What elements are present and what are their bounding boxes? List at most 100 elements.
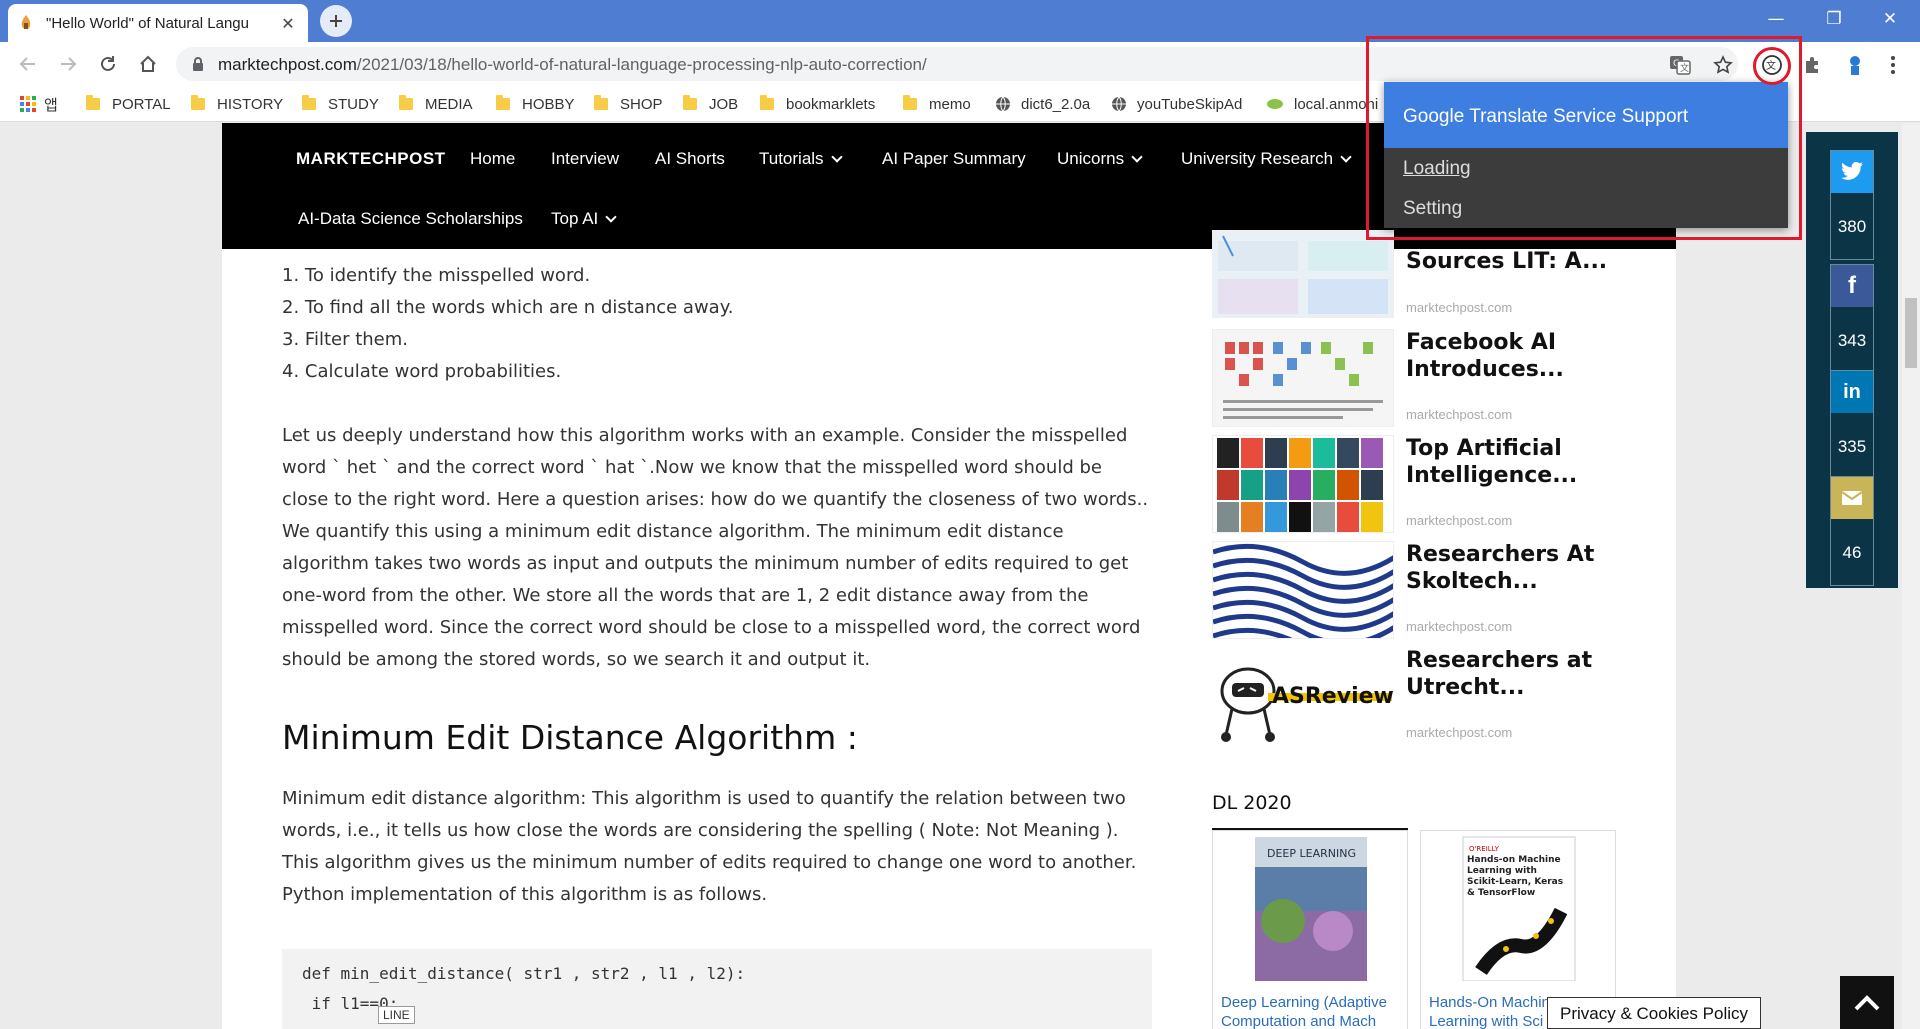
- nav-unicorns[interactable]: Unicorns: [1057, 149, 1143, 169]
- bookmark-history[interactable]: HISTORY: [191, 94, 283, 114]
- post-source: marktechpost.com: [1406, 513, 1513, 528]
- list-item: 1. To identify the misspelled word.: [282, 265, 591, 286]
- annotation-highlight-circle: [1753, 47, 1791, 85]
- svg-text:DEEP LEARNING: DEEP LEARNING: [1267, 847, 1356, 860]
- new-tab-button[interactable]: [320, 5, 352, 37]
- post-thumbnail: [1212, 329, 1394, 427]
- bookmark-portal[interactable]: PORTAL: [86, 94, 171, 114]
- nav-tutorials[interactable]: Tutorials: [759, 149, 843, 169]
- scroll-to-top-button[interactable]: [1840, 976, 1894, 1029]
- nav-interview[interactable]: Interview: [551, 149, 619, 169]
- twitter-share-button[interactable]: 380: [1830, 150, 1874, 260]
- related-post[interactable]: Sources LIT: A... marktechpost.com: [1212, 230, 1612, 320]
- bookmark-youtubeskipad[interactable]: youTubeSkipAd: [1111, 94, 1242, 114]
- reload-button[interactable]: [94, 50, 122, 78]
- bookmark-hobby[interactable]: HOBBY: [496, 94, 575, 114]
- leaf-icon: [1267, 99, 1283, 109]
- folder-icon: [399, 95, 413, 110]
- annotation-highlight-box: [1366, 36, 1802, 240]
- related-post[interactable]: ASReview Researchers at Utrecht... markt…: [1212, 647, 1612, 751]
- folder-icon: [903, 95, 917, 110]
- linkedin-share-button[interactable]: in 335: [1830, 370, 1874, 480]
- email-share-count: 46: [1842, 543, 1862, 562]
- arrow-right-icon: [61, 57, 77, 71]
- reload-icon: [101, 56, 115, 71]
- post-title[interactable]: Facebook AI Introduces...: [1406, 329, 1616, 383]
- linkedin-share-count: 335: [1837, 437, 1867, 456]
- minimize-button[interactable]: —: [1748, 0, 1804, 38]
- twitter-icon: [1831, 151, 1873, 193]
- apps-shortcut[interactable]: 앱: [20, 94, 58, 114]
- lock-icon[interactable]: [190, 56, 206, 72]
- nav-ai-data-science-scholarships[interactable]: AI-Data Science Scholarships: [298, 209, 523, 229]
- maximize-button[interactable]: ❐: [1806, 0, 1862, 38]
- folder-icon: [760, 95, 774, 110]
- steps-list: 1. To identify the misspelled word. 2. T…: [282, 260, 1152, 388]
- globe-icon: [996, 96, 1010, 112]
- folder-icon: [191, 95, 205, 110]
- folder-icon: [683, 95, 697, 110]
- bookmark-local-anmoni[interactable]: local.anmoni: [1266, 94, 1378, 114]
- book-cover: O'REILLY Hands-on Machine Learning with …: [1462, 836, 1576, 982]
- related-post[interactable]: Researchers At Skoltech... marktechpost.…: [1212, 541, 1612, 645]
- bookmark-dict[interactable]: dict6_2.0a: [995, 94, 1090, 114]
- browser-tab[interactable]: "Hello World" of Natural Langu ✕: [8, 4, 308, 42]
- bookmark-study[interactable]: STUDY: [302, 94, 379, 114]
- book-caption[interactable]: Deep Learning (Adaptive Computation and …: [1221, 993, 1401, 1029]
- email-share-button[interactable]: 46: [1830, 476, 1874, 586]
- list-item: 4. Calculate word probabilities.: [282, 361, 562, 382]
- nav-top-ai[interactable]: Top AI: [551, 209, 617, 229]
- browser-menu-icon[interactable]: [1880, 52, 1906, 78]
- bookmark-media[interactable]: MEDIA: [399, 94, 473, 114]
- facebook-share-count: 343: [1837, 331, 1867, 350]
- extensions-puzzle-icon[interactable]: [1800, 52, 1826, 78]
- linkedin-icon: in: [1831, 371, 1873, 413]
- page-scrollbar[interactable]: [1902, 123, 1920, 1029]
- nav-ai-shorts[interactable]: AI Shorts: [655, 149, 725, 169]
- bookmark-shop[interactable]: SHOP: [594, 94, 663, 114]
- back-button[interactable]: [14, 50, 42, 78]
- site-favicon-icon: [18, 14, 34, 32]
- code-line: def min_edit_distance( str1 , str2 , l1 …: [302, 964, 746, 983]
- nav-ai-paper-summary[interactable]: AI Paper Summary: [882, 149, 1026, 169]
- article-body: 1. To identify the misspelled word. 2. T…: [282, 260, 1152, 911]
- nav-home[interactable]: Home: [470, 149, 515, 169]
- post-title[interactable]: Sources LIT: A...: [1406, 248, 1616, 275]
- code-line: if l1==0:: [302, 994, 399, 1013]
- url-text[interactable]: marktechpost.com/2021/03/18/hello-world-…: [218, 55, 927, 75]
- bookmark-job[interactable]: JOB: [683, 94, 738, 114]
- tab-close-icon[interactable]: ✕: [278, 14, 298, 33]
- scrollbar-thumb[interactable]: [1905, 298, 1917, 368]
- chevron-down-icon: [830, 150, 843, 163]
- chevron-down-icon: [1340, 150, 1352, 163]
- svg-text:O'REILLY: O'REILLY: [1469, 845, 1500, 853]
- folder-icon: [302, 95, 316, 110]
- book-card[interactable]: DEEP LEARNING Deep Learning (Adaptive Co…: [1212, 830, 1408, 1029]
- plus-icon: [330, 15, 342, 27]
- bookmark-memo[interactable]: memo: [903, 94, 971, 114]
- post-title[interactable]: Top Artificial Intelligence...: [1406, 435, 1616, 489]
- post-title[interactable]: Researchers at Utrecht...: [1406, 647, 1616, 701]
- home-icon: [140, 55, 156, 72]
- forward-button[interactable]: [54, 50, 82, 78]
- site-logo[interactable]: MARKTECHPOST: [296, 149, 446, 169]
- post-thumbnail: [1212, 230, 1394, 318]
- profile-avatar-icon[interactable]: [1842, 52, 1868, 78]
- nav-university-research[interactable]: University Research: [1181, 149, 1352, 169]
- apps-label: 앱: [44, 96, 58, 114]
- home-button[interactable]: [134, 50, 162, 78]
- related-post[interactable]: Top Artificial Intelligence... marktechp…: [1212, 435, 1612, 539]
- facebook-share-button[interactable]: f 343: [1830, 264, 1874, 374]
- post-source: marktechpost.com: [1406, 725, 1513, 740]
- close-window-button[interactable]: ✕: [1862, 0, 1918, 38]
- tab-title: "Hello World" of Natural Langu: [46, 14, 249, 32]
- post-title[interactable]: Researchers At Skoltech...: [1406, 541, 1616, 595]
- apps-grid-icon: [20, 96, 36, 112]
- asreview-logo-text: ASReview: [1272, 684, 1394, 709]
- related-post[interactable]: Facebook AI Introduces... marktechpost.c…: [1212, 329, 1612, 433]
- privacy-cookies-policy-button[interactable]: Privacy & Cookies Policy: [1547, 997, 1762, 1029]
- folder-icon: [594, 95, 608, 110]
- globe-icon: [1112, 96, 1126, 112]
- arrow-left-icon: [19, 57, 35, 71]
- bookmark-bookmarklets[interactable]: bookmarklets: [760, 94, 875, 114]
